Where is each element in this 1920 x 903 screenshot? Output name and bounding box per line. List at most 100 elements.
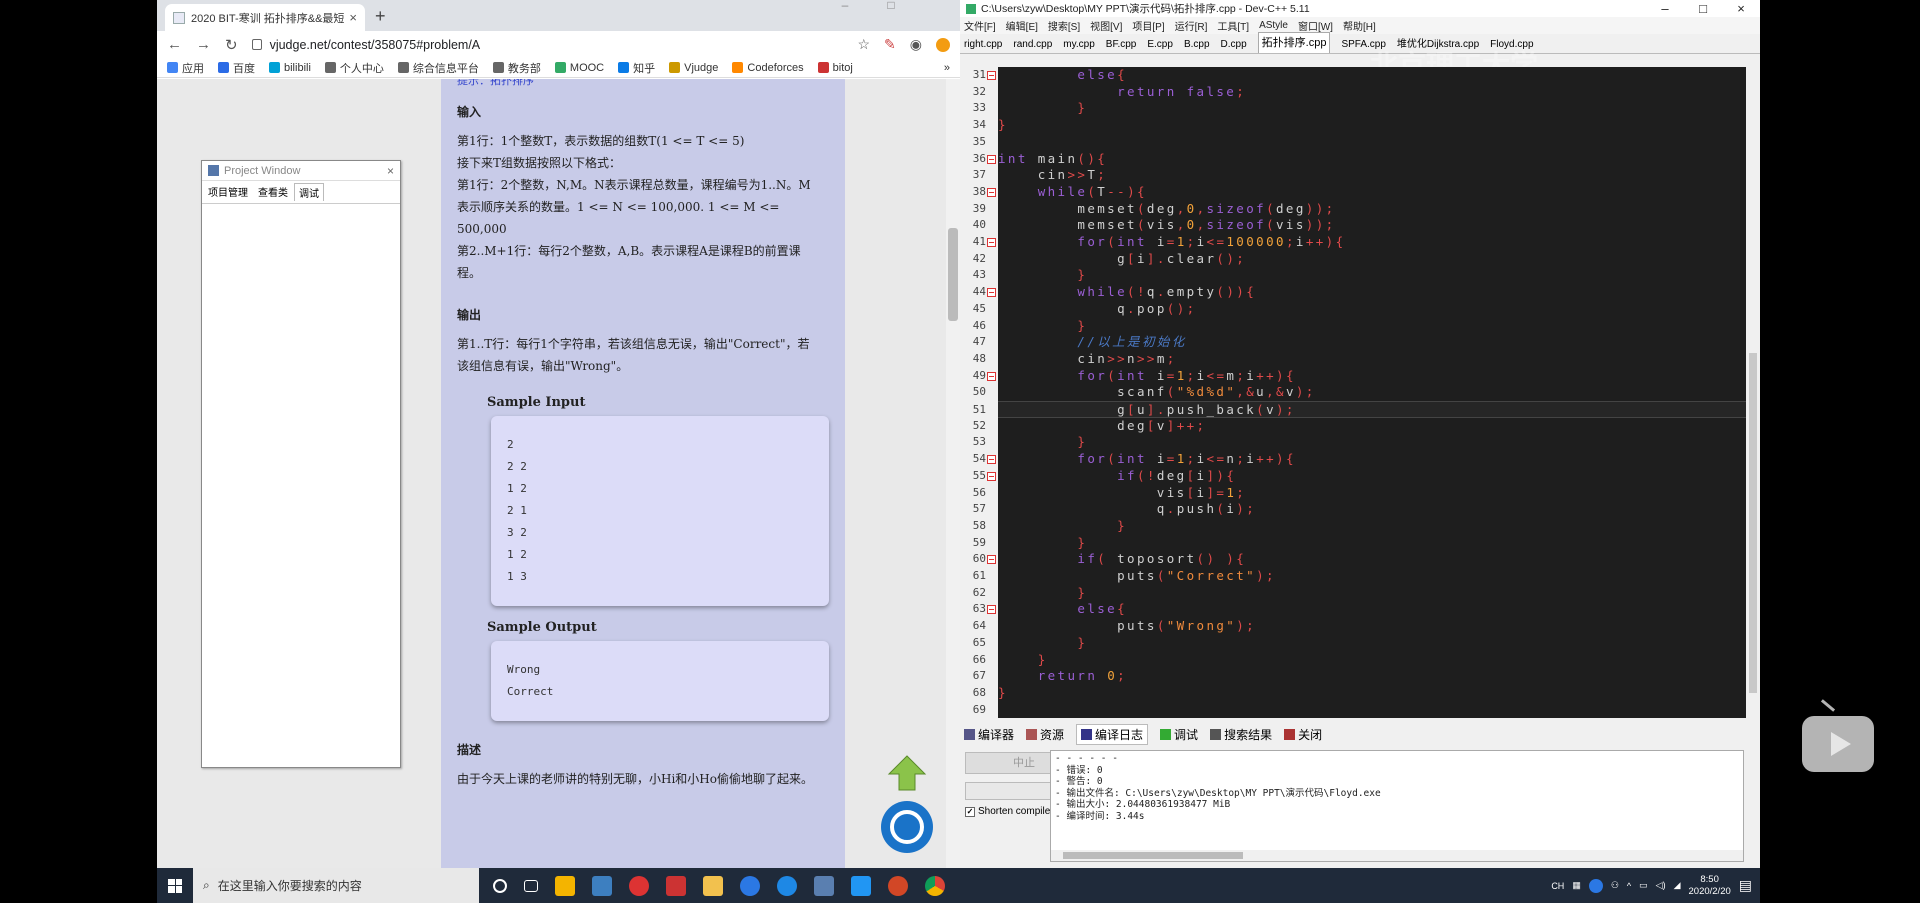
account-icon[interactable]: ◉	[910, 36, 922, 53]
bottom-tab[interactable]: 调试	[1160, 726, 1198, 743]
back-to-top-icon[interactable]	[887, 754, 927, 792]
fold-marker-icon[interactable]	[987, 371, 996, 381]
code-line[interactable]: 52 deg[v]++;	[973, 418, 1746, 435]
code-line[interactable]: 60 if( toposort() ){	[973, 551, 1746, 568]
hint-link[interactable]: 提示：拓扑排序	[457, 79, 829, 88]
close-icon[interactable]: ×	[1722, 1, 1760, 16]
code-area[interactable]: 31 else{32 return false; 33 } 34} 35 36 int m…	[973, 67, 1746, 718]
menu-item[interactable]: 工具[T]	[1217, 18, 1249, 33]
code-line[interactable]: 44 while(!q.empty()){	[973, 284, 1746, 301]
code-line[interactable]: 58 }	[973, 518, 1746, 535]
code-line[interactable]: 33 }	[973, 100, 1746, 117]
menu-item[interactable]: 视图[V]	[1090, 18, 1122, 33]
tab-project-management[interactable]: 项目管理	[204, 183, 252, 201]
code-line[interactable]: 68}	[973, 685, 1746, 702]
code-line[interactable]: 56 vis[i]=1;	[973, 485, 1746, 502]
keyboard-icon[interactable]: ▦	[1572, 880, 1581, 891]
bookmark-item[interactable]: bitoj	[817, 62, 853, 74]
menu-item[interactable]: 帮助[H]	[1343, 18, 1376, 33]
extension-icon[interactable]: ✎	[884, 36, 896, 53]
close-icon[interactable]: ×	[387, 164, 394, 178]
code-line[interactable]: 48 cin>>n>>m;	[973, 351, 1746, 368]
bookmark-item[interactable]: MOOC	[554, 62, 604, 74]
code-line[interactable]: 39 memset(deg,0,sizeof(deg));	[973, 201, 1746, 218]
menu-item[interactable]: 文件[F]	[964, 18, 996, 33]
notification-icon[interactable]: ▤	[1739, 877, 1752, 894]
code-line[interactable]: 65 }	[973, 635, 1746, 652]
file-tab[interactable]: rand.cpp	[1013, 39, 1052, 53]
browser-tab[interactable]: 2020 BIT-寒训 拓扑排序&&最短 ×	[165, 4, 365, 31]
code-line[interactable]: 41 for(int i=1;i<=100000;i++){	[973, 234, 1746, 251]
file-tab[interactable]: 拓扑排序.cpp	[1257, 32, 1331, 53]
tab-class-view[interactable]: 查看类	[254, 183, 292, 201]
code-line[interactable]: 37 cin>>T;	[973, 167, 1746, 184]
start-button[interactable]	[157, 868, 193, 903]
taskbar-search[interactable]: ⌕ 在这里输入你要搜索的内容	[193, 868, 479, 903]
bottom-tab[interactable]: 编译器	[964, 726, 1014, 743]
editor-scrollbar[interactable]	[1746, 67, 1760, 718]
bookmark-item[interactable]: 应用	[167, 60, 204, 76]
bookmark-item[interactable]: Vjudge	[669, 62, 718, 74]
code-line[interactable]: 55 if(!deg[i]){	[973, 468, 1746, 485]
menu-item[interactable]: 运行[R]	[1175, 18, 1208, 33]
code-line[interactable]: 50 scanf("%d%d",&u,&v);	[973, 384, 1746, 401]
file-tab[interactable]: E.cpp	[1147, 39, 1173, 53]
support-icon[interactable]	[881, 801, 933, 853]
file-tab[interactable]: B.cpp	[1184, 39, 1210, 53]
code-line[interactable]: 47 //以上是初始化	[973, 334, 1746, 351]
bottom-tab[interactable]: 搜索结果	[1210, 726, 1272, 743]
screen-recorder-icon[interactable]	[851, 875, 871, 896]
file-explorer-icon[interactable]	[703, 875, 723, 896]
code-line[interactable]: 49 for(int i=1;i<=m;i++){	[973, 368, 1746, 385]
code-line[interactable]: 46 }	[973, 318, 1746, 335]
video-play-icon[interactable]	[1802, 716, 1874, 772]
code-line[interactable]: 57 q.push(i);	[973, 501, 1746, 518]
fold-marker-icon[interactable]	[987, 288, 996, 298]
maximize-icon[interactable]: □	[868, 0, 914, 11]
bookmark-item[interactable]: 百度	[218, 60, 255, 76]
fold-marker-icon[interactable]	[987, 555, 996, 565]
file-tab[interactable]: D.cpp	[1221, 39, 1247, 53]
code-line[interactable]: 63 else{	[973, 601, 1746, 618]
code-line[interactable]: 54 for(int i=1;i<=n;i++){	[973, 451, 1746, 468]
devcpp-taskbar-icon[interactable]	[592, 875, 612, 896]
code-line[interactable]: 40 memset(vis,0,sizeof(vis));	[973, 217, 1746, 234]
ime-icon[interactable]: CH	[1551, 881, 1564, 891]
bookmark-item[interactable]: 教务部	[492, 60, 541, 76]
menu-item[interactable]: 项目[P]	[1132, 18, 1164, 33]
forward-icon[interactable]: →	[196, 36, 211, 53]
menu-item[interactable]: 窗口[W]	[1298, 18, 1333, 33]
wifi-icon[interactable]: ◢	[1674, 880, 1681, 891]
bus-app-icon[interactable]	[666, 875, 686, 896]
code-line[interactable]: 51 g[u].push_back(v);	[973, 401, 1746, 418]
checkbox-icon[interactable]: ✓	[965, 806, 975, 817]
store-icon[interactable]	[555, 875, 575, 896]
bookmark-item[interactable]: Codeforces	[732, 62, 804, 74]
code-line[interactable]: 53 }	[973, 434, 1746, 451]
close-tab-icon[interactable]: ×	[349, 10, 357, 25]
fold-marker-icon[interactable]	[987, 605, 996, 615]
volume-icon[interactable]: ◁)	[1656, 880, 1666, 891]
bookmark-item[interactable]: 综合信息平台	[397, 60, 479, 76]
code-line[interactable]: 66 }	[973, 652, 1746, 669]
code-line[interactable]: 34}	[973, 117, 1746, 134]
bookmarks-overflow-icon[interactable]: »	[944, 62, 950, 74]
address-bar[interactable]: vjudge.net/contest/358075#problem/A	[251, 38, 844, 52]
bookmark-item[interactable]: bilibili	[269, 62, 311, 74]
minimize-icon[interactable]: –	[1646, 1, 1684, 16]
code-line[interactable]: 36 int main(){	[973, 151, 1746, 168]
code-line[interactable]: 43 }	[973, 267, 1746, 284]
code-line[interactable]: 61 puts("Correct");	[973, 568, 1746, 585]
fold-marker-icon[interactable]	[987, 471, 996, 481]
file-tab[interactable]: right.cpp	[964, 39, 1002, 53]
close-icon[interactable]	[914, 0, 960, 10]
bottom-tab[interactable]: 关闭	[1284, 726, 1322, 743]
feather-app-icon[interactable]	[740, 875, 760, 896]
cortana-icon[interactable]	[493, 878, 507, 893]
fold-marker-icon[interactable]	[987, 154, 996, 164]
vjudge-taskbar-icon[interactable]	[814, 875, 834, 896]
menu-item[interactable]: AStyle	[1259, 20, 1288, 31]
fold-marker-icon[interactable]	[987, 187, 996, 197]
chrome-icon[interactable]	[925, 875, 945, 896]
code-line[interactable]: 62 }	[973, 585, 1746, 602]
